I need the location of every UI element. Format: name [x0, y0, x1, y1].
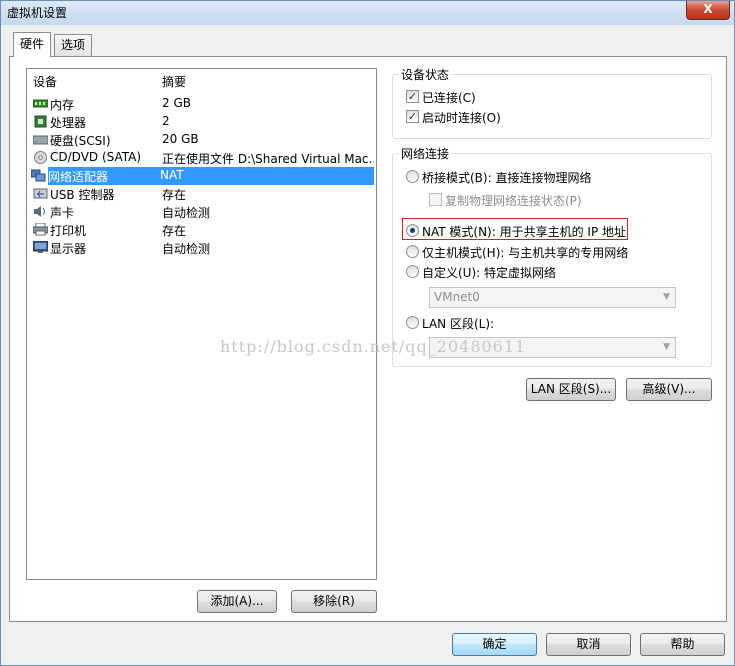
network-connection-group: 网络连接 桥接模式(B): 直接连接物理网络 复制物理网络连接状态(P) NAT…: [392, 145, 712, 367]
nat-radio[interactable]: [406, 224, 419, 237]
usb-icon: [33, 188, 48, 199]
device-name: 网络适配器: [48, 170, 109, 184]
device-name: USB 控制器: [50, 188, 115, 202]
device-status-legend: 设备状态: [399, 66, 452, 83]
device-row-sound-card[interactable]: 声卡 自动检测: [29, 203, 374, 221]
advanced-button[interactable]: 高级(V)...: [626, 378, 712, 401]
device-list[interactable]: 设备 摘要 内存 2 GB 处理器 2 硬盘(SCSI) 20 GB CD/DV…: [26, 68, 377, 580]
ok-button[interactable]: 确定: [452, 633, 537, 656]
device-name: 声卡: [50, 206, 75, 220]
device-name: 内存: [50, 98, 75, 112]
network-adapter-icon: [31, 169, 46, 182]
custom-network-select[interactable]: VMnet0 ▼: [429, 287, 676, 308]
device-name: 硬盘(SCSI): [50, 134, 111, 148]
custom-radio[interactable]: [406, 265, 419, 278]
lan-segment-radio[interactable]: [406, 316, 419, 329]
hard-disk-icon: [33, 135, 48, 145]
device-name: 打印机: [50, 224, 87, 238]
bridged-radio[interactable]: [406, 170, 419, 183]
connected-label[interactable]: 已连接(C): [422, 89, 476, 106]
help-button[interactable]: 帮助: [640, 633, 725, 656]
cpu-icon: [34, 115, 47, 128]
tab-hardware[interactable]: 硬件: [13, 32, 52, 57]
device-summary: 2: [162, 114, 170, 128]
device-name: 显示器: [50, 242, 87, 256]
device-summary: 20 GB: [162, 132, 199, 146]
dropdown-arrow-icon: ▼: [663, 292, 670, 302]
device-summary: 存在: [162, 188, 187, 202]
sound-card-icon: [34, 206, 45, 217]
dropdown-arrow-icon: ▼: [663, 342, 670, 352]
replicate-state-checkbox[interactable]: [429, 193, 442, 206]
device-list-header: 设备 摘要: [27, 69, 376, 91]
device-row-memory[interactable]: 内存 2 GB: [29, 95, 374, 113]
lan-segment-select[interactable]: ▼: [429, 337, 676, 358]
printer-icon: [33, 223, 48, 236]
close-button[interactable]: X: [686, 1, 730, 20]
replicate-state-label[interactable]: 复制物理网络连接状态(P): [445, 192, 582, 209]
vm-settings-window: 虚拟机设置 X 硬件 选项 设备 摘要 内存 2 GB 处理器 2 硬盘(SCS: [0, 0, 735, 666]
device-row-processor[interactable]: 处理器 2: [29, 113, 374, 131]
lan-segment-label[interactable]: LAN 区段(L):: [422, 315, 494, 332]
device-summary: 自动检测: [162, 242, 211, 256]
remove-device-button[interactable]: 移除(R): [291, 590, 377, 613]
host-only-label[interactable]: 仅主机模式(H): 与主机共享的专用网络: [422, 244, 628, 261]
device-row-network-adapter[interactable]: 网络适配器 NAT: [31, 167, 374, 185]
add-device-button[interactable]: 添加(A)...: [197, 590, 277, 613]
connect-on-power-label[interactable]: 启动时连接(O): [422, 109, 501, 126]
device-status-group: 设备状态 ✓ 已连接(C) ✓ 启动时连接(O): [392, 66, 712, 139]
network-connection-legend: 网络连接: [399, 145, 452, 162]
column-header-summary[interactable]: 摘要: [162, 73, 186, 90]
device-row-usb-controller[interactable]: USB 控制器 存在: [29, 185, 374, 203]
tab-options[interactable]: 选项: [54, 34, 93, 56]
title-bar[interactable]: 虚拟机设置 X: [1, 1, 734, 25]
connect-on-power-checkbox[interactable]: ✓: [406, 110, 419, 123]
device-summary: 2 GB: [162, 96, 191, 110]
device-summary: 自动检测: [162, 206, 211, 220]
memory-icon: [33, 99, 48, 108]
lan-segments-button[interactable]: LAN 区段(S)...: [526, 378, 616, 401]
nat-label[interactable]: NAT 模式(N): 用于共享主机的 IP 地址: [422, 223, 626, 240]
custom-network-value: VMnet0: [434, 290, 480, 304]
connected-checkbox[interactable]: ✓: [406, 90, 419, 103]
device-row-printer[interactable]: 打印机 存在: [29, 221, 374, 239]
device-summary: 存在: [162, 224, 187, 238]
monitor-icon: [33, 241, 48, 253]
window-title: 虚拟机设置: [7, 6, 68, 20]
cancel-button[interactable]: 取消: [546, 633, 631, 656]
device-row-display[interactable]: 显示器 自动检测: [29, 239, 374, 257]
device-name: CD/DVD (SATA): [50, 150, 142, 164]
host-only-radio[interactable]: [406, 245, 419, 258]
device-row-hard-disk[interactable]: 硬盘(SCSI) 20 GB: [29, 131, 374, 149]
hardware-panel: 设备 摘要 内存 2 GB 处理器 2 硬盘(SCSI) 20 GB CD/DV…: [9, 56, 727, 622]
device-summary: NAT: [160, 168, 184, 182]
device-name: 处理器: [50, 116, 87, 130]
custom-label[interactable]: 自定义(U): 特定虚拟网络: [422, 264, 556, 281]
column-header-device[interactable]: 设备: [33, 73, 57, 90]
cd-dvd-icon: [34, 151, 47, 164]
device-summary: 正在使用文件 D:\Shared Virtual Mac...: [162, 152, 374, 166]
device-row-cd-dvd[interactable]: CD/DVD (SATA) 正在使用文件 D:\Shared Virtual M…: [29, 149, 374, 167]
bridged-label[interactable]: 桥接模式(B): 直接连接物理网络: [422, 169, 591, 186]
